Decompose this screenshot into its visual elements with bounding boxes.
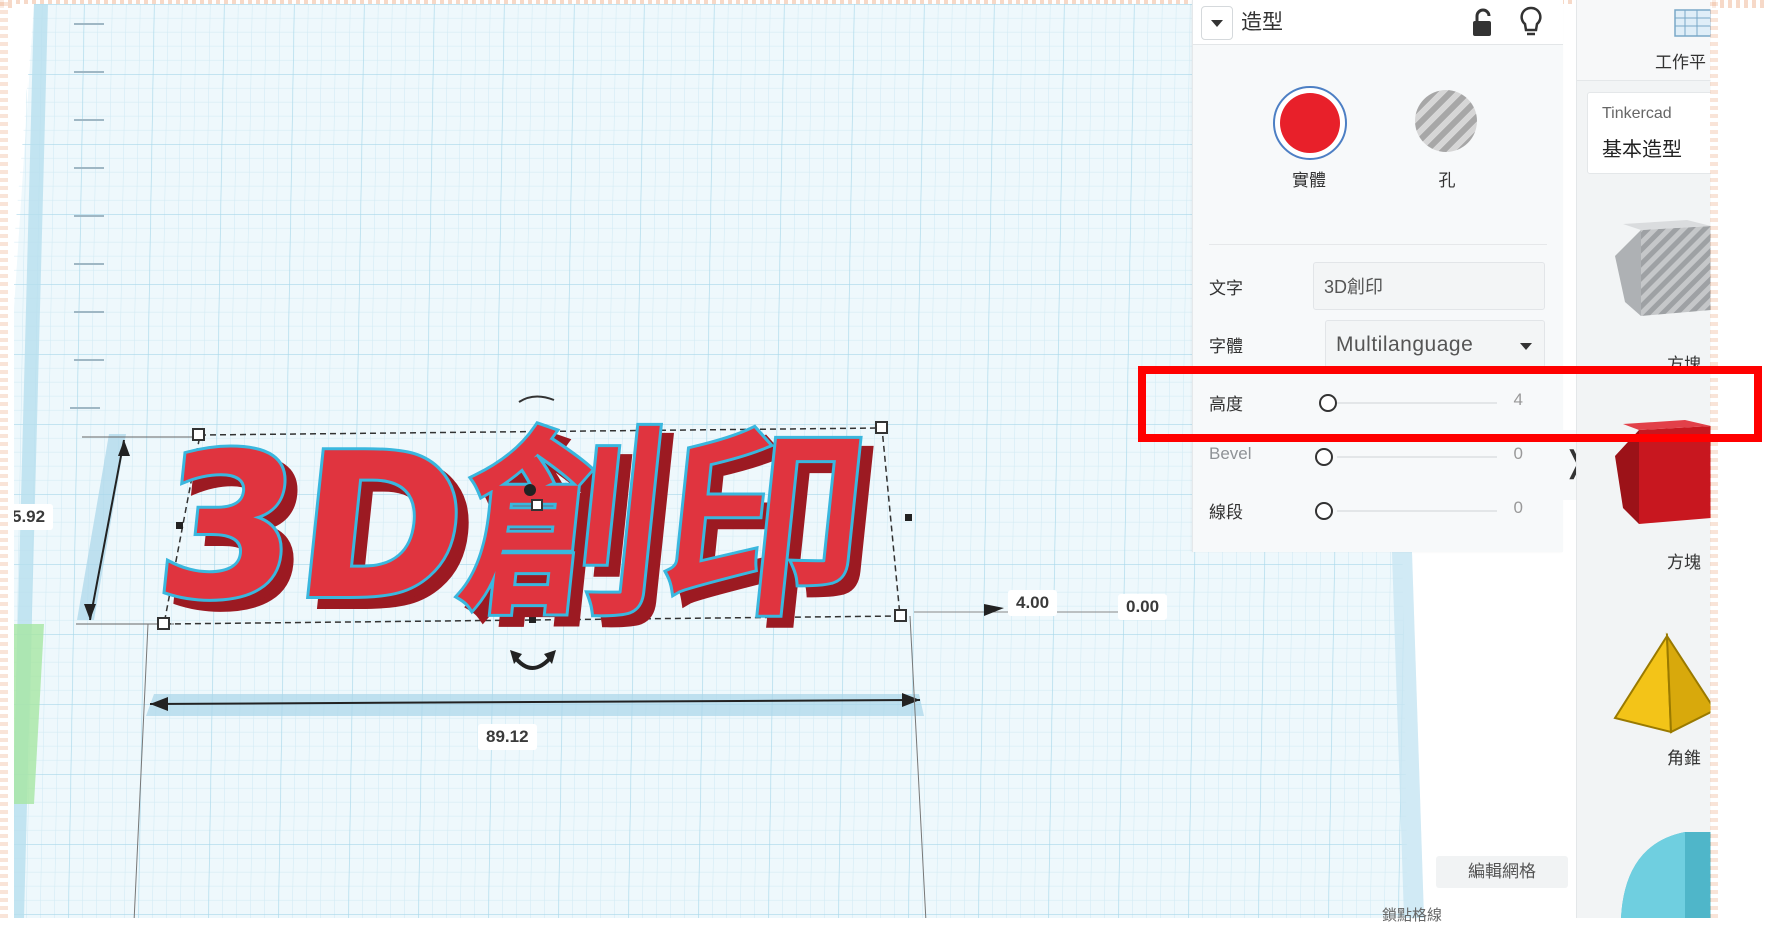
text-object-face: 3D創印 xyxy=(147,412,877,644)
box-hole-icon[interactable] xyxy=(1611,220,1711,340)
pyramid-icon[interactable] xyxy=(1611,630,1711,740)
hole-mode-button[interactable] xyxy=(1415,90,1477,152)
roof-icon[interactable] xyxy=(1611,824,1711,918)
shape-label-pyramid: 角錐 xyxy=(1667,749,1701,768)
font-select[interactable]: Multilanguage xyxy=(1325,320,1545,368)
workplane-icon xyxy=(1674,9,1711,37)
segments-slider-track[interactable] xyxy=(1337,510,1497,512)
edit-grid-button[interactable]: 編輯網格 xyxy=(1436,856,1568,888)
bevel-property-label: Bevel xyxy=(1209,444,1252,463)
bevel-slider-knob[interactable] xyxy=(1315,448,1333,466)
category-source: Tinkercad xyxy=(1602,105,1672,122)
segments-property-label: 線段 xyxy=(1209,503,1243,522)
solid-mode-label: 實體 xyxy=(1292,171,1326,190)
length-dimension-label[interactable]: 89.12 xyxy=(478,724,537,750)
text-property-label: 文字 xyxy=(1209,279,1243,298)
snap-grid-label[interactable]: 鎖點格線 xyxy=(1382,904,1442,925)
lock-icon[interactable] xyxy=(1471,8,1493,38)
offset-dimension-label[interactable]: 0.00 xyxy=(1118,594,1168,620)
shape-category-selector[interactable]: Tinkercad 基本造型 xyxy=(1587,92,1711,174)
properties-title: 造型 xyxy=(1241,11,1283,34)
workplane-tool[interactable]: 工作平 xyxy=(1577,0,1711,81)
text-input[interactable]: 3D創印 xyxy=(1313,262,1545,310)
elevation-dimension-label[interactable]: 4.00 xyxy=(1008,590,1058,616)
lightbulb-icon[interactable] xyxy=(1519,6,1543,40)
shape-label-box: 方塊 xyxy=(1667,553,1701,572)
shape-properties-panel: 造型 實體 孔 文字 3D創印 字體 Multilanguage 高度 4 Be… xyxy=(1192,0,1563,552)
segments-value[interactable]: 0 xyxy=(1493,498,1523,518)
page-frame-right xyxy=(1710,0,1718,918)
highlight-box xyxy=(1138,366,1762,442)
workplane-label: 工作平 xyxy=(1655,53,1706,72)
properties-header: 造型 xyxy=(1193,0,1563,45)
page-frame-left xyxy=(0,0,8,918)
bevel-value[interactable]: 0 xyxy=(1493,444,1523,464)
bevel-slider-track[interactable] xyxy=(1337,456,1497,458)
segments-slider-knob[interactable] xyxy=(1315,502,1333,520)
hole-mode-label: 孔 xyxy=(1438,171,1456,190)
height-dimension-label[interactable]: 5.92 xyxy=(14,504,54,530)
panel-divider xyxy=(1209,244,1547,245)
collapse-panel-button[interactable] xyxy=(1201,6,1233,40)
font-property-label: 字體 xyxy=(1209,337,1243,356)
category-name: 基本造型 xyxy=(1602,139,1682,161)
shape-library-sidebar: 工作平 Tinkercad 基本造型 方塊 方塊 角錐 xyxy=(1576,0,1711,918)
solid-mode-button[interactable] xyxy=(1273,86,1347,160)
